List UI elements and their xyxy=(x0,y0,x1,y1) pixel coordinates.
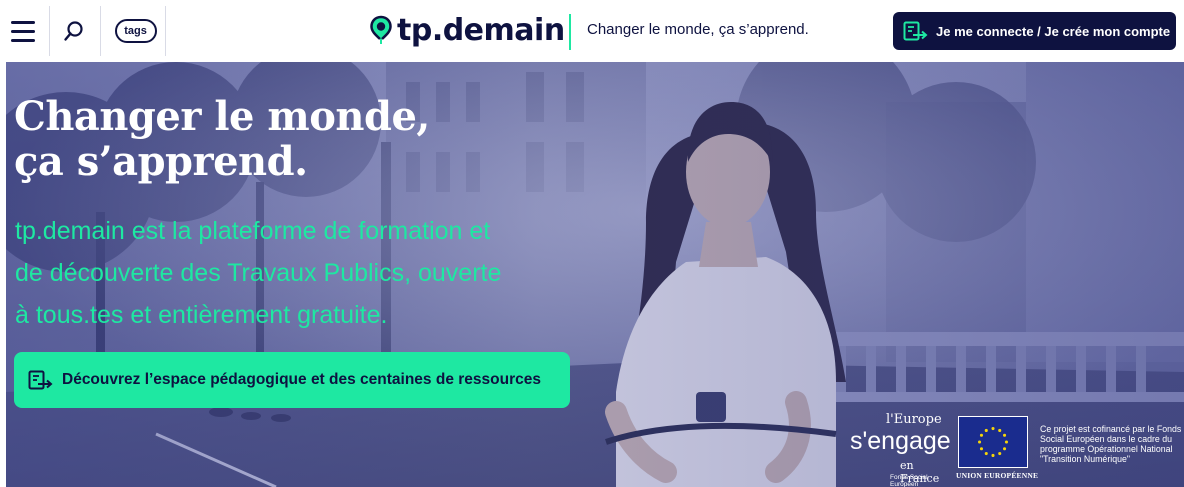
divider xyxy=(100,6,101,56)
top-navigation-bar: tags tp.demain Changer le monde, ça s’ap… xyxy=(0,0,1184,62)
eu-cofinance-text: Ce projet est cofinancé par le Fonds Soc… xyxy=(1040,424,1182,464)
menu-button[interactable] xyxy=(0,0,48,62)
europe-engage-logo: l'Europe s'engage en France Fonds Social… xyxy=(850,412,951,487)
eu-flag-icon xyxy=(958,416,1028,468)
search-icon xyxy=(64,21,83,41)
tags-label: tags xyxy=(114,19,157,43)
login-button[interactable]: Je me connecte / Je crée mon compte xyxy=(893,12,1176,50)
login-icon xyxy=(903,21,928,41)
location-pin-icon xyxy=(370,15,392,44)
login-label: Je me connecte / Je crée mon compte xyxy=(936,23,1171,39)
header-tagline: Changer le monde, ça s’apprend. xyxy=(587,21,809,38)
menu-icon xyxy=(11,21,35,24)
divider xyxy=(165,6,166,56)
login-icon xyxy=(28,370,53,390)
tags-button[interactable]: tags xyxy=(108,0,163,62)
site-logo[interactable]: tp.demain xyxy=(369,10,565,50)
hero-description: tp.demain est la plateforme de formation… xyxy=(15,217,502,329)
eu-union-label: UNION EUROPÉENNE xyxy=(956,471,1039,480)
discover-pedagogical-space-button[interactable]: Découvrez l’espace pédagogique et des ce… xyxy=(14,352,570,408)
logo-text: tp.demain xyxy=(397,12,565,48)
hero-title: Changer le monde, ça s’apprend. xyxy=(14,93,430,185)
search-button[interactable] xyxy=(50,0,98,62)
logo-divider xyxy=(569,14,571,50)
eu-funding-logos: l'Europe s'engage en France Fonds Social… xyxy=(844,410,1184,487)
cta-label: Découvrez l’espace pédagogique et des ce… xyxy=(62,371,541,388)
hero-banner: Changer le monde, ça s’apprend. tp.demai… xyxy=(6,62,1184,487)
